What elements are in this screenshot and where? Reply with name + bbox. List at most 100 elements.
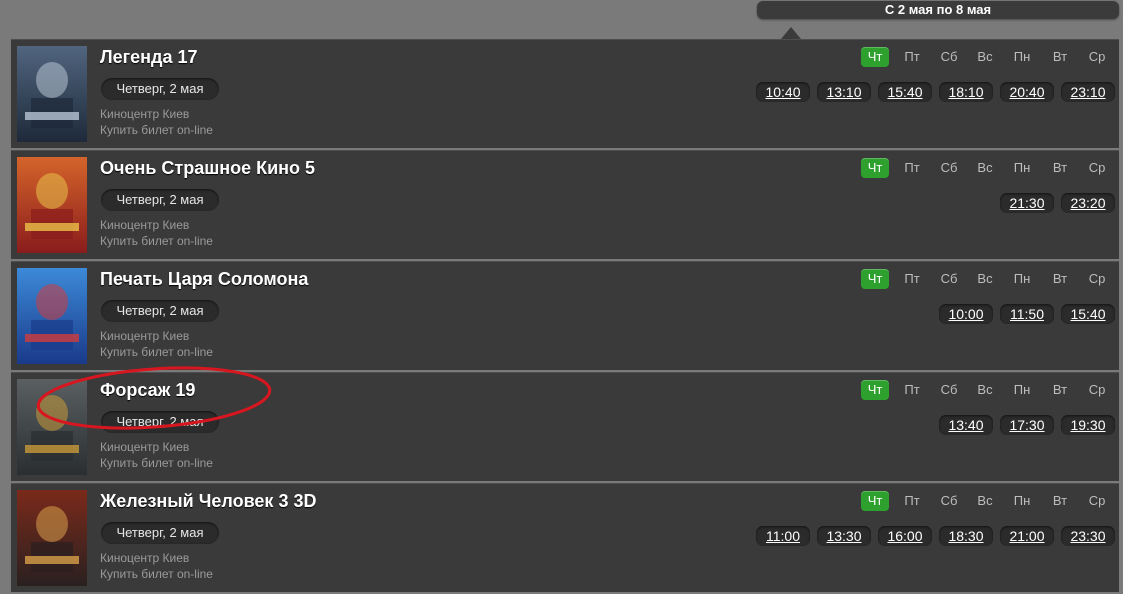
- day-tab[interactable]: Чт: [861, 491, 889, 511]
- day-tab[interactable]: Вт: [1046, 269, 1074, 289]
- showtime-button[interactable]: 16:00: [878, 526, 932, 546]
- week-tab-pointer: [781, 27, 801, 39]
- movie-row: Печать Царя Соломона Четверг, 2 мая Кино…: [11, 261, 1119, 370]
- weekday-tabs: Чт Пт Сб Вс Пн Вт Ср: [861, 158, 1116, 178]
- showtimes: 10:00 11:50 15:40: [939, 304, 1115, 324]
- day-tab[interactable]: Чт: [861, 47, 889, 67]
- poster-image: [17, 46, 87, 142]
- day-tab[interactable]: Пн: [1008, 47, 1036, 67]
- weekday-tabs: Чт Пт Сб Вс Пн Вт Ср: [861, 47, 1116, 67]
- day-tab[interactable]: Пт: [898, 380, 926, 400]
- showtimes: 21:30 23:20: [1000, 193, 1115, 213]
- day-tab[interactable]: Вс: [971, 158, 999, 178]
- movie-poster[interactable]: [17, 157, 87, 253]
- showtime-button[interactable]: 23:10: [1061, 82, 1115, 102]
- showtime-button[interactable]: 17:30: [1000, 415, 1054, 435]
- date-selector[interactable]: Четверг, 2 мая: [101, 522, 219, 544]
- showtime-button[interactable]: 13:40: [939, 415, 993, 435]
- cinema-name: Киноцентр Киев: [100, 440, 190, 454]
- movie-list: Легенда 17 Четверг, 2 мая Киноцентр Киев…: [11, 39, 1119, 594]
- day-tab[interactable]: Пн: [1008, 158, 1036, 178]
- day-tab[interactable]: Ср: [1083, 158, 1111, 178]
- day-tab[interactable]: Сб: [935, 158, 963, 178]
- movie-poster[interactable]: [17, 379, 87, 475]
- showtime-button[interactable]: 21:00: [1000, 526, 1054, 546]
- day-tab[interactable]: Вт: [1046, 47, 1074, 67]
- showtime-button[interactable]: 11:00: [756, 526, 810, 546]
- showtime-button[interactable]: 18:10: [939, 82, 993, 102]
- poster-image: [17, 268, 87, 364]
- day-tab[interactable]: Ср: [1083, 380, 1111, 400]
- day-tab[interactable]: Пт: [898, 491, 926, 511]
- day-tab[interactable]: Сб: [935, 380, 963, 400]
- showtime-button[interactable]: 10:40: [756, 82, 810, 102]
- buy-ticket-link[interactable]: Купить билет on-line: [100, 234, 213, 248]
- movie-poster[interactable]: [17, 268, 87, 364]
- showtime-button[interactable]: 23:30: [1061, 526, 1115, 546]
- movie-title[interactable]: Железный Человек 3 3D: [100, 491, 316, 512]
- date-selector[interactable]: Четверг, 2 мая: [101, 300, 219, 322]
- movie-title[interactable]: Очень Страшное Кино 5: [100, 158, 315, 179]
- day-tab[interactable]: Пн: [1008, 491, 1036, 511]
- buy-ticket-link[interactable]: Купить билет on-line: [100, 567, 213, 581]
- movie-poster[interactable]: [17, 490, 87, 586]
- day-tab[interactable]: Ср: [1083, 47, 1111, 67]
- showtimes: 13:40 17:30 19:30: [939, 415, 1115, 435]
- showtime-button[interactable]: 18:30: [939, 526, 993, 546]
- showtime-button[interactable]: 19:30: [1061, 415, 1115, 435]
- showtimes: 10:40 13:10 15:40 18:10 20:40 23:10: [756, 82, 1115, 102]
- date-selector[interactable]: Четверг, 2 мая: [101, 78, 219, 100]
- showtime-button[interactable]: 20:40: [1000, 82, 1054, 102]
- weekday-tabs: Чт Пт Сб Вс Пн Вт Ср: [861, 380, 1116, 400]
- day-tab[interactable]: Ср: [1083, 269, 1111, 289]
- week-range-tab[interactable]: С 2 мая по 8 мая: [757, 1, 1119, 19]
- showtime-button[interactable]: 13:10: [817, 82, 871, 102]
- movie-title[interactable]: Легенда 17: [100, 47, 197, 68]
- movie-title[interactable]: Печать Царя Соломона: [100, 269, 308, 290]
- movie-poster[interactable]: [17, 46, 87, 142]
- weekday-tabs: Чт Пт Сб Вс Пн Вт Ср: [861, 491, 1116, 511]
- date-selector[interactable]: Четверг, 2 мая: [101, 189, 219, 211]
- showtime-button[interactable]: 21:30: [1000, 193, 1054, 213]
- day-tab[interactable]: Вт: [1046, 491, 1074, 511]
- day-tab[interactable]: Сб: [935, 47, 963, 67]
- poster-image: [17, 490, 87, 586]
- buy-ticket-link[interactable]: Купить билет on-line: [100, 456, 213, 470]
- showtimes: 11:00 13:30 16:00 18:30 21:00 23:30: [756, 526, 1115, 546]
- day-tab[interactable]: Вс: [971, 491, 999, 511]
- day-tab[interactable]: Вт: [1046, 158, 1074, 178]
- day-tab[interactable]: Пт: [898, 269, 926, 289]
- day-tab[interactable]: Ср: [1083, 491, 1111, 511]
- day-tab[interactable]: Вс: [971, 47, 999, 67]
- day-tab[interactable]: Вт: [1046, 380, 1074, 400]
- day-tab[interactable]: Сб: [935, 491, 963, 511]
- showtime-button[interactable]: 15:40: [1061, 304, 1115, 324]
- showtime-button[interactable]: 13:30: [817, 526, 871, 546]
- movie-row: Очень Страшное Кино 5 Четверг, 2 мая Кин…: [11, 150, 1119, 259]
- day-tab[interactable]: Чт: [861, 380, 889, 400]
- showtime-button[interactable]: 15:40: [878, 82, 932, 102]
- movie-title[interactable]: Форсаж 19: [100, 380, 195, 401]
- day-tab[interactable]: Вс: [971, 269, 999, 289]
- buy-ticket-link[interactable]: Купить билет on-line: [100, 123, 213, 137]
- showtime-button[interactable]: 10:00: [939, 304, 993, 324]
- date-selector[interactable]: Четверг, 2 мая: [101, 411, 219, 433]
- cinema-name: Киноцентр Киев: [100, 218, 190, 232]
- day-tab[interactable]: Пн: [1008, 380, 1036, 400]
- buy-ticket-link[interactable]: Купить билет on-line: [100, 345, 213, 359]
- day-tab[interactable]: Пт: [898, 47, 926, 67]
- cinema-name: Киноцентр Киев: [100, 107, 190, 121]
- poster-image: [17, 157, 87, 253]
- day-tab[interactable]: Пт: [898, 158, 926, 178]
- movie-row: Легенда 17 Четверг, 2 мая Киноцентр Киев…: [11, 39, 1119, 148]
- day-tab[interactable]: Вс: [971, 380, 999, 400]
- day-tab[interactable]: Чт: [861, 158, 889, 178]
- cinema-name: Киноцентр Киев: [100, 551, 190, 565]
- day-tab[interactable]: Чт: [861, 269, 889, 289]
- poster-image: [17, 379, 87, 475]
- day-tab[interactable]: Пн: [1008, 269, 1036, 289]
- movie-row: Железный Человек 3 3D Четверг, 2 мая Кин…: [11, 483, 1119, 592]
- showtime-button[interactable]: 11:50: [1000, 304, 1054, 324]
- showtime-button[interactable]: 23:20: [1061, 193, 1115, 213]
- day-tab[interactable]: Сб: [935, 269, 963, 289]
